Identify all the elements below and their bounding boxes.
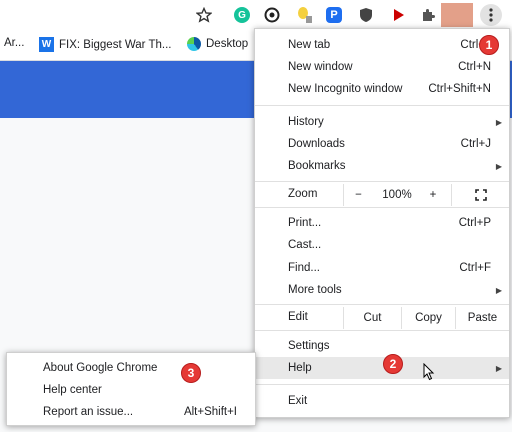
shield-extension-icon[interactable] [356,5,376,25]
menu-item-history[interactable]: History ▶ [255,111,509,133]
grammarly-extension-icon[interactable]: G [232,5,252,25]
menu-item-bookmarks[interactable]: Bookmarks ▶ [255,155,509,177]
menu-item-new-window[interactable]: New window Ctrl+N [255,56,509,78]
menu-divider [255,207,509,208]
bookmark-item[interactable]: Desktop [187,37,248,51]
edit-label: Edit [288,311,308,323]
submenu-item-report-issue[interactable]: Report an issue... Alt+Shift+I [7,401,255,423]
menu-item-find[interactable]: Find... Ctrl+F [255,257,509,279]
help-submenu: About Google Chrome Help center Report a… [6,352,256,426]
submenu-arrow-icon: ▶ [495,363,502,373]
link-extension-icon[interactable] [262,5,282,25]
menu-divider [255,105,509,106]
chrome-main-menu: New tab Ctrl+ New window Ctrl+N New Inco… [254,28,510,418]
bookmark-item[interactable]: W FIX: Biggest War Th... [39,37,171,52]
menu-divider [255,384,509,385]
menu-item-cast[interactable]: Cast... [255,234,509,256]
menu-divider [255,330,509,331]
zoom-level: 100% [382,189,412,201]
step-badge-3: 3 [181,363,201,383]
edge-logo-icon [187,37,201,51]
puzzle-extensions-icon[interactable] [418,5,438,25]
menu-divider [255,181,509,182]
star-bookmark-icon[interactable] [194,5,214,25]
menu-item-new-tab[interactable]: New tab Ctrl+ [255,34,509,56]
copy-button[interactable]: Copy [401,307,455,329]
cut-button[interactable]: Cut [343,307,401,329]
mouse-cursor-icon [423,362,435,384]
zoom-in-button[interactable]: + [421,184,445,206]
menu-kebab-icon[interactable] [480,4,502,26]
submenu-item-about-chrome[interactable]: About Google Chrome [7,357,255,379]
fullscreen-button[interactable] [451,184,509,206]
menu-item-exit[interactable]: Exit [255,390,509,412]
profile-avatar[interactable] [441,3,473,27]
zoom-label: Zoom [288,188,318,200]
menu-divider [255,304,509,305]
edit-row: Edit Cut Copy Paste [255,307,509,329]
fullscreen-icon [474,189,487,201]
pocket-extension-icon[interactable]: P [324,5,344,25]
menu-item-new-incognito[interactable]: New Incognito window Ctrl+Shift+N [255,78,509,100]
zoom-row: Zoom − 100% + [255,184,509,206]
menu-item-downloads[interactable]: Downloads Ctrl+J [255,133,509,155]
step-badge-1: 1 [479,35,499,55]
menu-item-settings[interactable]: Settings [255,335,509,357]
play-extension-icon[interactable] [388,5,408,25]
submenu-item-help-center[interactable]: Help center [7,379,255,401]
menu-item-print[interactable]: Print... Ctrl+P [255,212,509,234]
bookmark-item[interactable]: Ar... [4,37,24,49]
submenu-arrow-icon: ▶ [495,285,502,295]
submenu-arrow-icon: ▶ [495,161,502,171]
windows-report-icon: W [39,37,54,52]
zoom-out-button[interactable]: − [343,184,373,206]
menu-item-more-tools[interactable]: More tools ▶ [255,279,509,301]
lightbulb-extension-icon[interactable] [294,5,314,25]
menu-item-help[interactable]: Help ▶ [255,357,509,379]
submenu-arrow-icon: ▶ [495,117,502,127]
step-badge-2: 2 [383,354,403,374]
browser-toolbar: G P [0,0,512,30]
paste-button[interactable]: Paste [455,307,509,329]
